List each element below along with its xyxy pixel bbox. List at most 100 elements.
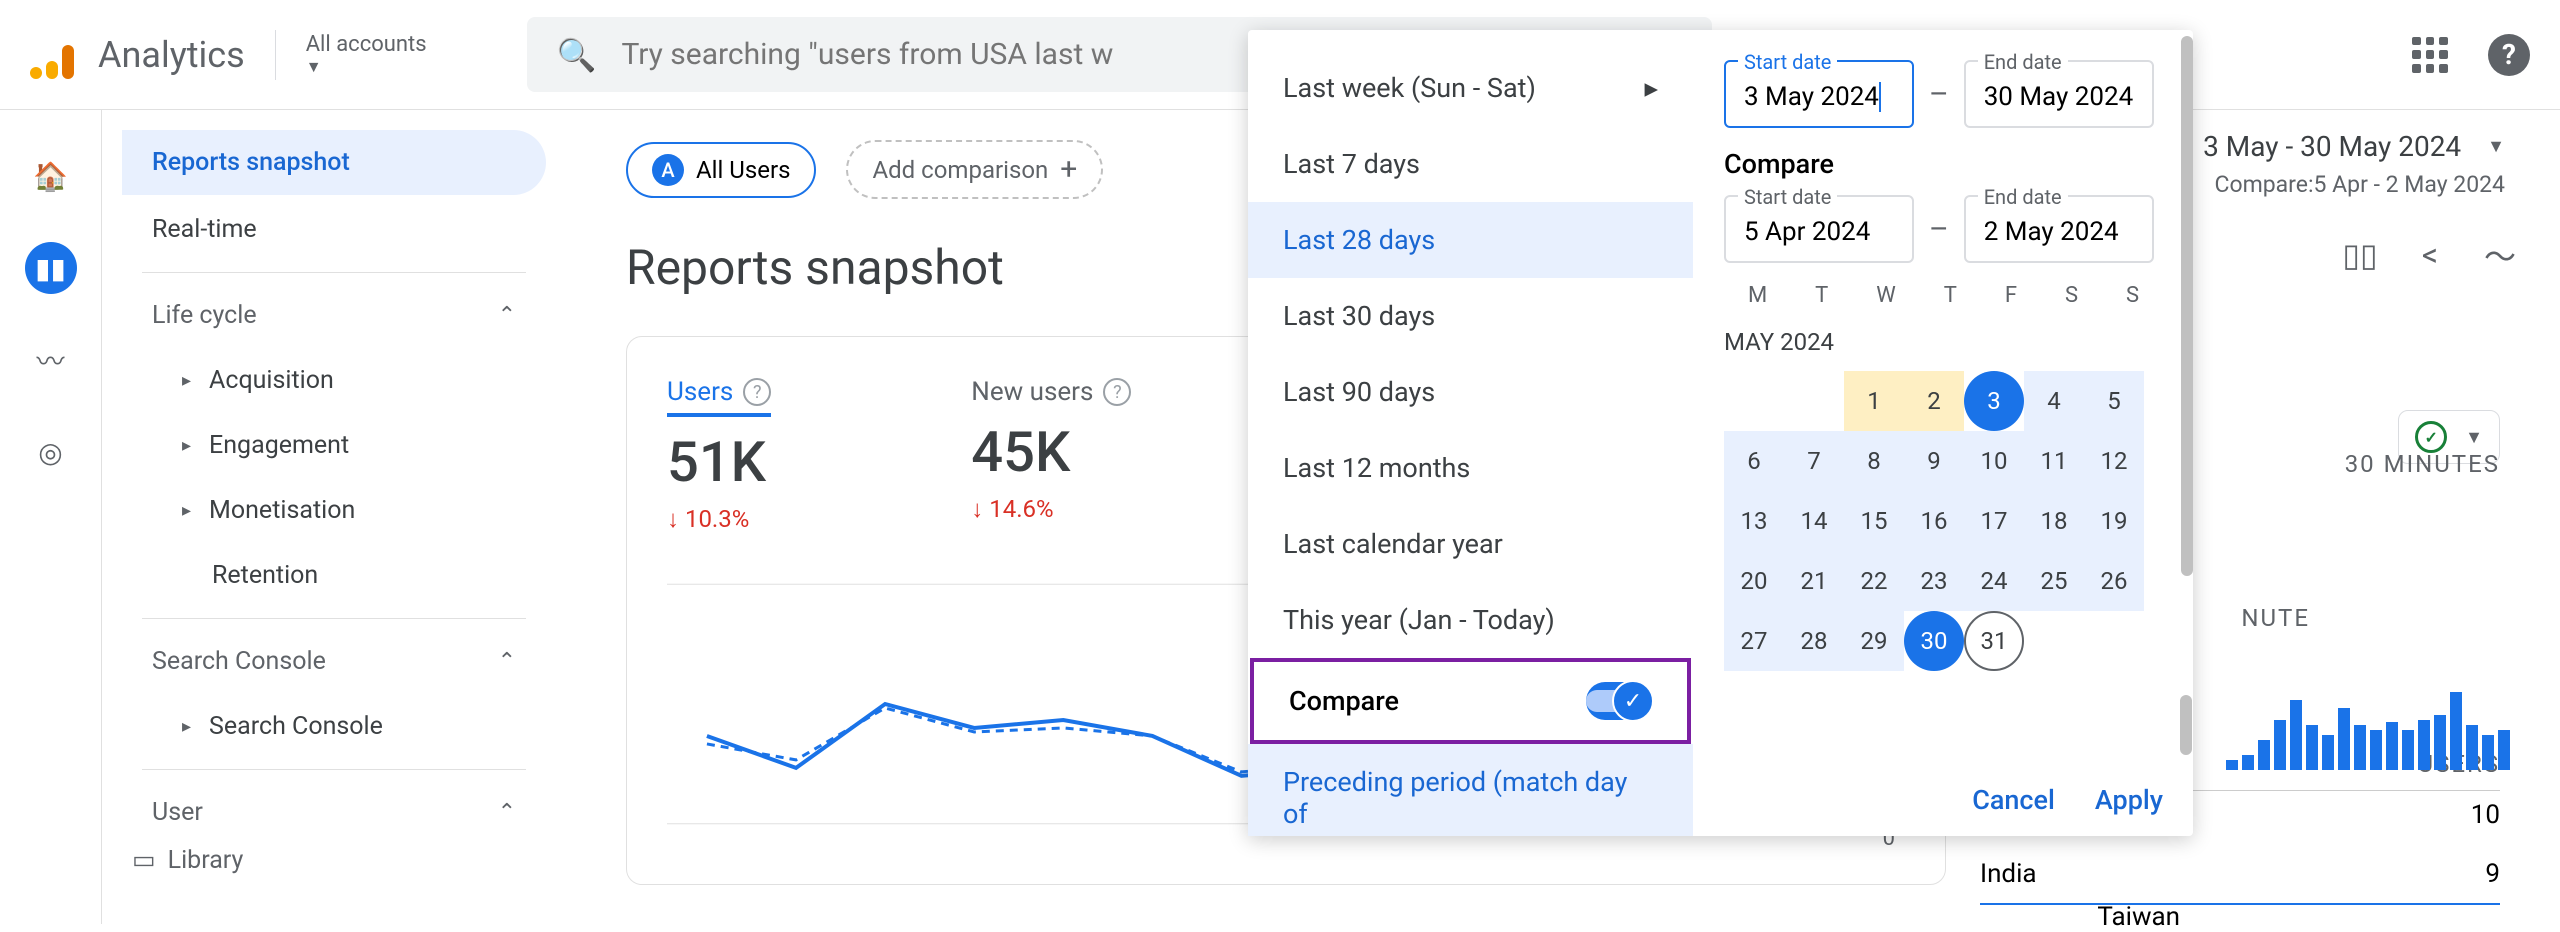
- help-icon[interactable]: ?: [743, 378, 771, 406]
- help-icon[interactable]: ?: [1103, 378, 1131, 406]
- calendar-day[interactable]: 1: [1844, 371, 1904, 431]
- calendar-day[interactable]: 29: [1844, 611, 1904, 671]
- compare-heading: Compare: [1724, 148, 2163, 180]
- sidebar-item-search-console[interactable]: ▸Search Console: [122, 694, 546, 759]
- calendar-day[interactable]: 23: [1904, 551, 1964, 611]
- add-comparison-button[interactable]: Add comparison +: [846, 140, 1103, 199]
- preset-item[interactable]: Last 7 days: [1248, 126, 1693, 202]
- chevron-down-icon: ▼: [2465, 427, 2483, 448]
- customize-icon[interactable]: ▯▯: [2340, 235, 2380, 275]
- library-icon: ▭: [132, 845, 156, 875]
- sidebar-item-realtime[interactable]: Real-time: [122, 197, 546, 262]
- country-row-india[interactable]: India 9: [1980, 845, 2500, 905]
- preset-item[interactable]: Last 90 days: [1248, 354, 1693, 430]
- weekday: M: [1748, 283, 1767, 308]
- sidebar-item-acquisition[interactable]: ▸Acquisition: [122, 348, 546, 413]
- insights-icon[interactable]: 〜: [2480, 235, 2520, 275]
- compare-end-input[interactable]: End date 2 May 2024: [1964, 195, 2154, 263]
- nav-rail: 🏠 ▮▮ 〰 ◎: [0, 110, 102, 924]
- sidebar-item-reports-snapshot[interactable]: Reports snapshot: [122, 130, 546, 195]
- calendar-day[interactable]: 26: [2084, 551, 2144, 611]
- calendar-day[interactable]: 3: [1964, 371, 2024, 431]
- apply-button[interactable]: Apply: [2095, 784, 2163, 816]
- check-circle-icon: ✓: [2415, 421, 2447, 453]
- preset-item[interactable]: Last 28 days: [1248, 202, 1693, 278]
- preset-item[interactable]: Last calendar year: [1248, 506, 1693, 582]
- sidebar-section-search-console[interactable]: Search Console ⌃: [122, 629, 546, 694]
- calendar-grid: 1234567891011121314151617181920212223242…: [1724, 371, 2163, 671]
- calendar-day[interactable]: 5: [2084, 371, 2144, 431]
- sidebar-item-engagement[interactable]: ▸Engagement: [122, 413, 546, 478]
- preset-list: Last week (Sun - Sat)▸Last 7 daysLast 28…: [1248, 30, 1693, 836]
- calendar-day[interactable]: 7: [1784, 431, 1844, 491]
- calendar-day[interactable]: 20: [1724, 551, 1784, 611]
- calendar-day[interactable]: 13: [1724, 491, 1784, 551]
- metric-new-users[interactable]: New users? 45K ↓ 14.6%: [971, 377, 1131, 534]
- sidebar-section-lifecycle[interactable]: Life cycle ⌃: [122, 283, 546, 348]
- calendar-day[interactable]: 14: [1784, 491, 1844, 551]
- compare-toggle[interactable]: ✓: [1586, 682, 1652, 720]
- calendar-day[interactable]: 16: [1904, 491, 1964, 551]
- scrollbar[interactable]: [2180, 695, 2192, 755]
- month-label: MAY 2024: [1724, 328, 2163, 356]
- calendar-day[interactable]: 19: [2084, 491, 2144, 551]
- calendar-day[interactable]: 31: [1964, 611, 2024, 671]
- calendar-day[interactable]: 24: [1964, 551, 2024, 611]
- metric-label: New users: [971, 377, 1093, 407]
- share-icon[interactable]: <: [2410, 235, 2450, 275]
- sidebar-section-user[interactable]: User ⌃: [122, 780, 546, 845]
- preset-item[interactable]: Last 30 days: [1248, 278, 1693, 354]
- account-selector[interactable]: All accounts ▼: [306, 32, 427, 77]
- start-date-input[interactable]: Start date 3 May 2024: [1724, 60, 1914, 128]
- apps-icon[interactable]: [2412, 37, 2448, 73]
- sidebar-item-retention[interactable]: Retention: [122, 543, 546, 608]
- end-date-input[interactable]: End date 30 May 2024: [1964, 60, 2154, 128]
- preset-item[interactable]: Last week (Sun - Sat)▸: [1248, 50, 1693, 126]
- calendar-day[interactable]: 9: [1904, 431, 1964, 491]
- home-icon[interactable]: 🏠: [25, 150, 77, 202]
- chevron-right-icon: ▸: [182, 500, 191, 521]
- calendar-day[interactable]: 17: [1964, 491, 2024, 551]
- compare-option[interactable]: Preceding period (match day of: [1248, 744, 1693, 836]
- calendar-day[interactable]: 8: [1844, 431, 1904, 491]
- country-value: 10: [2471, 800, 2500, 830]
- metric-users[interactable]: Users? 51K ↓ 10.3%: [667, 377, 771, 534]
- divider: [142, 769, 526, 770]
- preset-item[interactable]: This year (Jan - Today): [1248, 582, 1693, 658]
- help-icon[interactable]: ?: [2488, 34, 2530, 76]
- input-value: 5 Apr 2024: [1744, 217, 1870, 247]
- calendar-day[interactable]: 25: [2024, 551, 2084, 611]
- cancel-button[interactable]: Cancel: [1972, 784, 2055, 816]
- compare-start-input[interactable]: Start date 5 Apr 2024: [1724, 195, 1914, 263]
- country-value: 9: [2485, 859, 2500, 889]
- calendar-day[interactable]: 21: [1784, 551, 1844, 611]
- chip-all-users[interactable]: A All Users: [626, 142, 816, 198]
- reports-icon[interactable]: ▮▮: [25, 242, 77, 294]
- calendar-day[interactable]: 4: [2024, 371, 2084, 431]
- calendar-day[interactable]: 22: [1844, 551, 1904, 611]
- compare-date-inputs: Start date 5 Apr 2024 – End date 2 May 2…: [1724, 195, 2163, 263]
- primary-date-inputs: Start date 3 May 2024 – End date 30 May …: [1724, 60, 2163, 128]
- preset-item[interactable]: Last 12 months: [1248, 430, 1693, 506]
- calendar-day[interactable]: 15: [1844, 491, 1904, 551]
- calendar-day[interactable]: 12: [2084, 431, 2144, 491]
- calendar-panel: Start date 3 May 2024 – End date 30 May …: [1693, 30, 2193, 836]
- calendar-day[interactable]: 18: [2024, 491, 2084, 551]
- explore-icon[interactable]: 〰: [25, 334, 77, 386]
- calendar-day[interactable]: 10: [1964, 431, 2024, 491]
- sidebar-item-monetisation[interactable]: ▸Monetisation: [122, 478, 546, 543]
- search-icon: 🔍: [557, 36, 597, 74]
- header-actions: ?: [2412, 34, 2530, 76]
- calendar-day[interactable]: 27: [1724, 611, 1784, 671]
- calendar-day[interactable]: 30: [1904, 611, 1964, 671]
- audience-badge: A: [652, 154, 684, 186]
- calendar-day[interactable]: 6: [1724, 431, 1784, 491]
- dash: –: [1929, 212, 1949, 247]
- divider: [142, 618, 526, 619]
- section-label: Life cycle: [152, 301, 257, 330]
- sidebar-library[interactable]: ▭ Library: [132, 845, 243, 875]
- calendar-day[interactable]: 2: [1904, 371, 1964, 431]
- advertising-icon[interactable]: ◎: [25, 426, 77, 478]
- calendar-day[interactable]: 28: [1784, 611, 1844, 671]
- calendar-day[interactable]: 11: [2024, 431, 2084, 491]
